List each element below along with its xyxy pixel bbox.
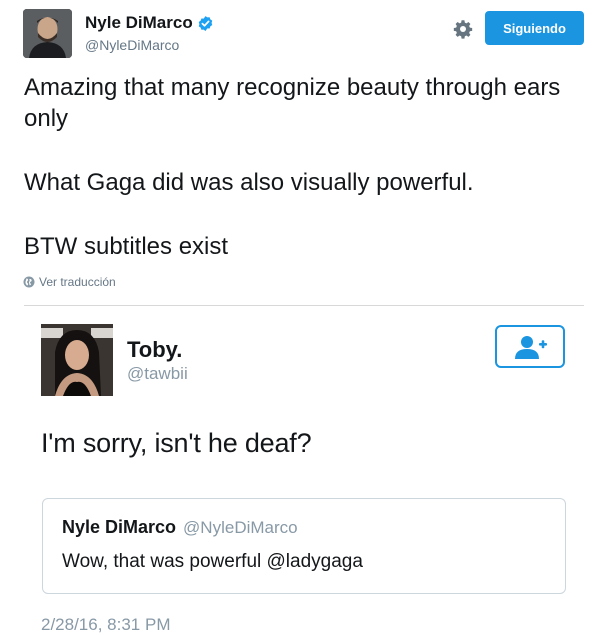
divider bbox=[24, 305, 584, 306]
embedded-timestamp: 2/28/16, 8:31 PM bbox=[41, 615, 171, 634]
embedded-author-handle: @tawbii bbox=[127, 364, 188, 383]
author-avatar[interactable] bbox=[23, 9, 72, 58]
globe-icon bbox=[23, 276, 35, 288]
author-name-row: Nyle DiMarco bbox=[85, 13, 214, 33]
embedded-author-avatar bbox=[41, 324, 113, 396]
quoted-tweet-text: Wow, that was powerful @ladygaga bbox=[62, 551, 363, 572]
author-handle[interactable]: @NyleDiMarco bbox=[85, 37, 179, 53]
tweet-text-paragraph: What Gaga did was also visually powerful… bbox=[24, 169, 474, 196]
quoted-tweet: Nyle DiMarco @NyleDiMarco Wow, that was … bbox=[42, 498, 566, 594]
quoted-author-row: Nyle DiMarco @NyleDiMarco bbox=[62, 517, 298, 538]
quoted-author-handle: @NyleDiMarco bbox=[183, 518, 298, 537]
embedded-author-name: Toby. bbox=[127, 337, 183, 362]
translate-link[interactable]: Ver traducción bbox=[23, 275, 116, 289]
embedded-author-avatar-image bbox=[41, 324, 113, 396]
add-user-button bbox=[495, 325, 565, 368]
add-user-icon bbox=[515, 335, 547, 359]
author-avatar-image bbox=[23, 9, 72, 58]
translate-label: Ver traducción bbox=[39, 275, 116, 289]
embedded-tweet-text: I'm sorry, isn't he deaf? bbox=[41, 428, 312, 458]
quoted-author-name: Nyle DiMarco bbox=[62, 517, 177, 537]
author-name[interactable]: Nyle DiMarco bbox=[85, 13, 193, 33]
verified-badge-icon bbox=[198, 15, 212, 31]
following-button[interactable]: Siguiendo bbox=[485, 11, 584, 45]
gear-icon[interactable] bbox=[453, 19, 473, 39]
tweet-text-paragraph: Amazing that many recognize beauty throu… bbox=[24, 74, 561, 132]
tweet-text-paragraph: BTW subtitles exist bbox=[24, 233, 229, 260]
tweet-text: Amazing that many recognize beauty throu… bbox=[24, 72, 594, 262]
